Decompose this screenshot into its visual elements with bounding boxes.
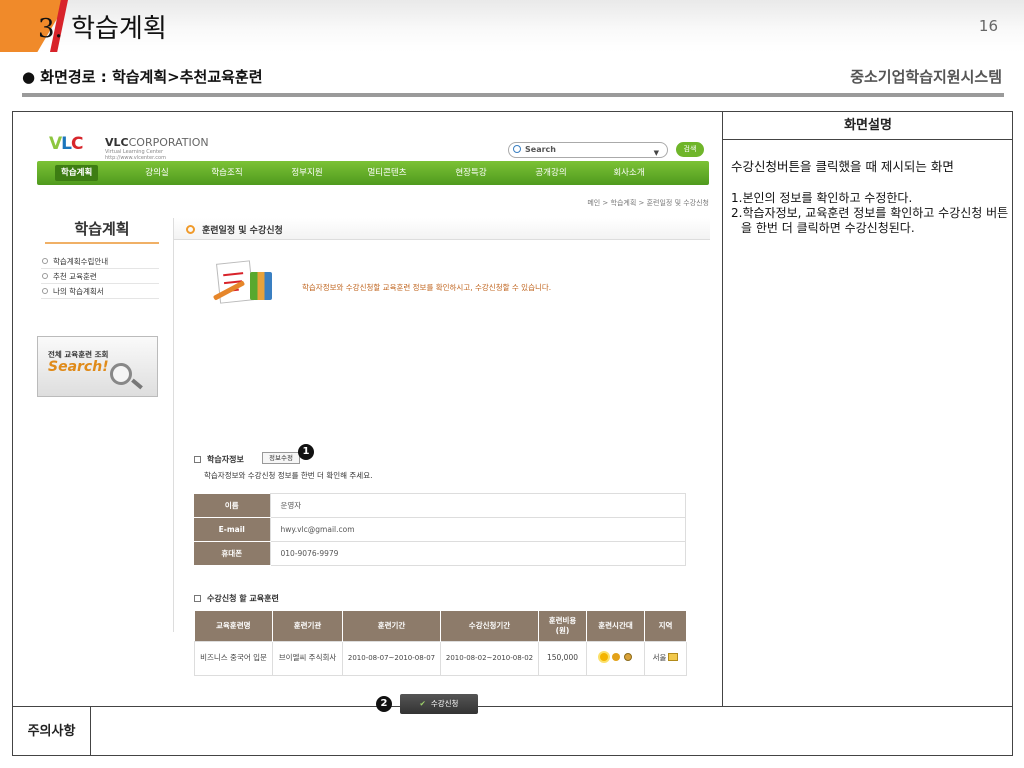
- evening-icon: [623, 652, 632, 661]
- magnifier-icon: [110, 363, 132, 385]
- course-name: 비즈니스 중국어 입문: [194, 640, 273, 676]
- corporation-name: VLCCORPORATION: [105, 136, 209, 149]
- slide-title: 3. 학습계획: [38, 14, 167, 44]
- frame-horizontal-divider: [13, 706, 1013, 707]
- learner-info-label: 학습자정보: [194, 454, 244, 465]
- sidebar-menu: 학습계획수립안내 추천 교육훈련 나의 학습계획서: [41, 254, 159, 299]
- sun-icon: [599, 652, 608, 661]
- bullet-box-icon: [194, 456, 201, 463]
- callout-2: 2: [376, 696, 392, 712]
- frame-vertical-divider: [722, 112, 723, 706]
- info-value: 운영자: [269, 493, 686, 518]
- info-key: 휴대폰: [194, 541, 270, 566]
- course-table: 교육훈련명 훈련기관 훈련기간 수강신청기간 훈련비용 (원) 훈련시간대 지역…: [194, 611, 687, 676]
- table-row: 휴대폰 010-9076-9979: [194, 541, 686, 566]
- course-time-slots: [586, 640, 645, 676]
- info-value: hwy.vlc@gmail.com: [269, 517, 686, 542]
- nav-item-classroom[interactable]: 강의실: [127, 161, 187, 185]
- chevron-down-icon[interactable]: ▼: [654, 146, 659, 160]
- notes-label: 주의사항: [13, 707, 91, 756]
- moon-icon: [611, 652, 620, 661]
- vlc-logo[interactable]: VLC: [49, 134, 84, 154]
- description-item: 1.본인의 정보를 확인하고 수정한다.: [731, 191, 913, 205]
- intro-text: 학습자정보와 수강신청할 교육훈련 정보를 확인하시고, 수강신청할 수 있습니…: [302, 283, 552, 292]
- nav-item-multicontent[interactable]: 멀티콘텐츠: [355, 161, 419, 185]
- page-number: 16: [978, 17, 998, 35]
- callout-1: 1: [298, 444, 314, 460]
- search-icon: [513, 145, 521, 153]
- description-list: 1.본인의 정보를 확인하고 수정한다. 2.학습자정보, 교육훈련 정보를 확…: [731, 191, 1011, 236]
- edit-info-button[interactable]: 정보수정: [262, 452, 300, 464]
- nav-item-open-lecture[interactable]: 공개강의: [521, 161, 581, 185]
- section-title: 훈련일정 및 수강신청: [202, 226, 283, 236]
- storyboard-frame: 화면설명 수강신청버튼을 클릭했을 때 제시되는 화면 1.본인의 정보를 확인…: [12, 111, 1013, 756]
- table-row: E-mail hwy.vlc@gmail.com: [194, 517, 686, 542]
- system-name: 중소기업학습지원시스템: [850, 68, 1002, 86]
- info-value: 010-9076-9979: [269, 541, 686, 566]
- breadcrumb: 메인 > 학습계획 > 훈련일정 및 수강신청: [587, 199, 709, 207]
- screen-path: ● 화면경로 : 학습계획>추천교육훈련: [22, 68, 263, 86]
- path-divider: [22, 93, 1004, 97]
- learner-hint: 학습자정보와 수강신청 정보를 한번 더 확인해 주세요.: [204, 471, 373, 480]
- ring-icon: [186, 225, 195, 234]
- nav-item-field-lecture[interactable]: 현장특강: [441, 161, 501, 185]
- map-icon[interactable]: [668, 653, 679, 661]
- course-org: 브이엘씨 주식회사: [272, 640, 343, 676]
- description-subtitle: 수강신청버튼을 클릭했을 때 제시되는 화면: [731, 159, 954, 174]
- slide: 3. 학습계획 16 ● 화면경로 : 학습계획>추천교육훈련 중소기업학습지원…: [0, 0, 1024, 768]
- main-content: 훈련일정 및 수강신청 학습자정보와 수강신청할 교육훈련 정보를 확인하시고,…: [173, 218, 710, 714]
- screen-path-row: ● 화면경로 : 학습계획>추천교육훈련 중소기업학습지원시스템: [22, 66, 1002, 92]
- nav-item-learning-plan[interactable]: 학습계획: [55, 165, 99, 181]
- nav-item-company[interactable]: 회사소개: [599, 161, 659, 185]
- check-icon: ✔: [419, 699, 426, 708]
- sidebar-item-plan-guide[interactable]: 학습계획수립안내: [41, 254, 159, 269]
- info-key: E-mail: [194, 517, 270, 542]
- search-input[interactable]: Search ▼: [508, 142, 668, 158]
- nav-item-gov-support[interactable]: 정부지원: [277, 161, 337, 185]
- bullet-icon: [42, 273, 48, 279]
- bullet-box-icon: [194, 595, 201, 602]
- course-period: 2010-08-07~2010-08-07: [342, 640, 441, 676]
- search-button[interactable]: 검색: [676, 142, 704, 157]
- apply-button[interactable]: ✔ 수강신청: [400, 694, 478, 714]
- course-region: 서울: [644, 640, 687, 676]
- table-row: 비즈니스 중국어 입문 브이엘씨 주식회사 2010-08-07~2010-08…: [194, 640, 687, 676]
- magnifier-handle: [131, 378, 143, 390]
- info-key: 이름: [194, 493, 270, 518]
- sidebar-title: 학습계획: [45, 218, 159, 244]
- logo-subtitle: Virtual Learning Center http://www.vlcent…: [105, 149, 166, 161]
- description-header: 화면설명: [723, 112, 1013, 140]
- website-mockup: VLC VLCCORPORATION Virtual Learning Cent…: [37, 122, 710, 714]
- bullet-icon: [42, 258, 48, 264]
- sidebar-item-my-plan[interactable]: 나의 학습계획서: [41, 284, 159, 299]
- section-header: 훈련일정 및 수강신청: [174, 218, 710, 240]
- bullet-icon: [42, 288, 48, 294]
- learner-info-table: 이름 운영자 E-mail hwy.vlc@gmail.com 휴대폰 010-…: [194, 493, 686, 566]
- checklist-illustration-icon: [208, 258, 274, 306]
- course-cost: 150,000: [538, 640, 587, 676]
- course-label: 수강신청 할 교육훈련: [194, 593, 279, 604]
- table-header-row: 교육훈련명 훈련기관 훈련기간 수강신청기간 훈련비용 (원) 훈련시간대 지역: [194, 611, 687, 641]
- sidebar-item-recommended[interactable]: 추천 교육훈련: [41, 269, 159, 284]
- course-apply-period: 2010-08-02~2010-08-02: [440, 640, 539, 676]
- description-item: 2.학습자정보, 교육훈련 정보를 확인하고 수강신청 버튼을 한번 더 클릭하…: [731, 206, 1009, 235]
- search-all-banner[interactable]: 전체 교육훈련 조회 Search!: [37, 336, 158, 397]
- table-row: 이름 운영자: [194, 493, 686, 518]
- main-nav: 학습계획 강의실 학습조직 정부지원 멀티콘텐츠 현장특강 공개강의 회사소개: [37, 161, 709, 185]
- nav-item-learning-org[interactable]: 학습조직: [197, 161, 257, 185]
